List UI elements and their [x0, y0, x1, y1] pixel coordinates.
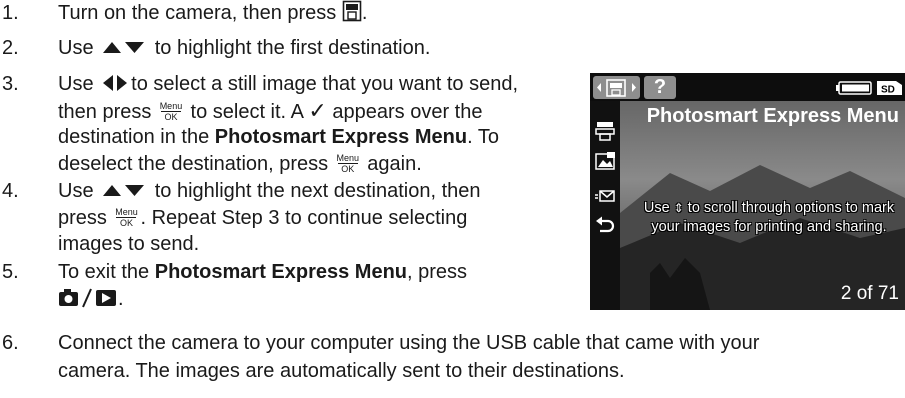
- screen-title: Photosmart Express Menu: [646, 105, 899, 127]
- step-number: 3.: [2, 73, 19, 95]
- photosmart-tab-icon: [597, 79, 636, 97]
- step-number: 1.: [2, 2, 19, 24]
- camera-screen-illustration: ? SD Photosmart Express Menu Use ⇕ to sc…: [590, 73, 905, 310]
- step-number: 5.: [2, 261, 19, 283]
- menu-ok-button-icon: Menu OK: [159, 100, 183, 122]
- print-icon: [595, 122, 615, 141]
- up-down-arrows-icon: [103, 42, 145, 53]
- back-icon: [596, 216, 615, 233]
- image-counter: 2 of 71: [840, 283, 899, 304]
- left-right-arrows-icon: [103, 75, 128, 91]
- instruction-page: 1. Turn on the camera, then press . 2. U…: [0, 0, 905, 398]
- battery-icon: [836, 81, 872, 95]
- step-number: 2.: [2, 37, 19, 59]
- step-number: 6.: [2, 332, 19, 354]
- step-number: 4.: [2, 180, 19, 202]
- checkmark-icon: ✓: [308, 97, 327, 123]
- screen-help-message: Use ⇕ to scroll through options to mark …: [643, 200, 895, 235]
- scroll-arrows-icon: ⇕: [673, 201, 684, 215]
- photosmart-express-button-icon: [342, 0, 362, 22]
- print-select-icon: [595, 152, 615, 170]
- sd-card-icon: SD: [877, 81, 902, 95]
- menu-ok-button-icon: Menu OK: [336, 152, 359, 174]
- camera-playback-toggle-icon: [59, 288, 116, 307]
- up-down-arrows-icon: [103, 185, 145, 196]
- photosmart-tab: [593, 76, 640, 99]
- menu-ok-button-icon: Menu OK: [115, 206, 138, 228]
- help-tab: ?: [644, 76, 676, 99]
- share-icon: [595, 190, 615, 202]
- step-text: Turn on the camera, then press: [58, 2, 337, 24]
- svg-text:SD: SD: [881, 85, 895, 96]
